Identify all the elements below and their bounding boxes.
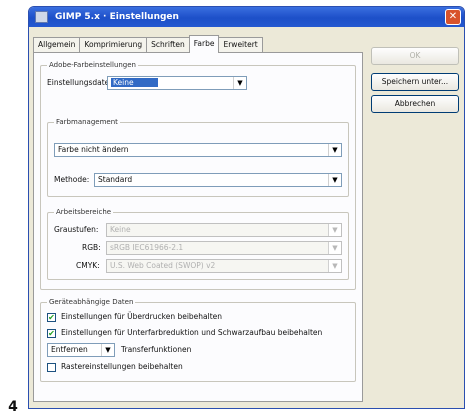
settings-file-value: Keine: [111, 78, 158, 87]
chevron-down-icon[interactable]: ▼: [328, 174, 341, 186]
chevron-down-icon[interactable]: ▼: [328, 242, 341, 254]
title-bar[interactable]: GIMP 5.x · Einstellungen ✕: [29, 7, 464, 27]
device-dependent-group: Geräteabhängige Daten ✔ Einstellungen fü…: [40, 297, 356, 382]
window-title: GIMP 5.x · Einstellungen: [55, 12, 179, 22]
tab-allgemein[interactable]: Allgemein: [33, 37, 81, 53]
chevron-down-icon[interactable]: ▼: [328, 224, 341, 236]
tab-bar: Allgemein Komprimierung Schriften Farbe …: [33, 35, 263, 53]
figure-number: 4: [0, 398, 26, 414]
overprint-label: Einstellungen für Überdrucken beibehalte…: [61, 312, 223, 321]
rgb-value: sRGB IEC61966-2.1: [110, 243, 184, 252]
transfer-value: Entfernen: [51, 345, 88, 354]
color-management-dropdown[interactable]: Farbe nicht ändern ▼: [54, 143, 342, 157]
tab-schriften[interactable]: Schriften: [146, 37, 190, 53]
method-value: Standard: [98, 175, 133, 184]
settings-file-dropdown[interactable]: Keine ▼: [107, 76, 247, 90]
cmyk-value: U.S. Web Coated (SWOP) v2: [110, 261, 216, 270]
cancel-button[interactable]: Abbrechen: [371, 95, 459, 113]
color-management-group: Farbmanagement Farbe nicht ändern ▼ Meth…: [47, 117, 349, 197]
method-dropdown[interactable]: Standard ▼: [94, 173, 342, 187]
halftone-checkbox[interactable]: [47, 363, 56, 372]
color-tab-panel: Adobe-Farbeinstellungen Einstellungsdate…: [33, 52, 363, 402]
transfer-dropdown[interactable]: Entfernen ▼: [47, 343, 115, 357]
adobe-color-settings-group: Adobe-Farbeinstellungen Einstellungsdate…: [40, 60, 356, 290]
cmyk-dropdown[interactable]: U.S. Web Coated (SWOP) v2 ▼: [106, 259, 342, 273]
chevron-down-icon[interactable]: ▼: [233, 77, 246, 89]
cmyk-label: CMYK:: [76, 261, 100, 270]
transfer-label: Transferfunktionen: [121, 345, 192, 354]
chevron-down-icon[interactable]: ▼: [101, 344, 114, 356]
tab-erweitert[interactable]: Erweitert: [218, 37, 263, 53]
rgb-dropdown[interactable]: sRGB IEC61966-2.1 ▼: [106, 241, 342, 255]
color-management-value: Farbe nicht ändern: [58, 145, 129, 154]
close-icon[interactable]: ✕: [445, 9, 461, 25]
working-spaces-group: Arbeitsbereiche Graustufen: Keine ▼ RGB:…: [47, 207, 349, 280]
app-icon: [35, 11, 48, 23]
tab-komprimierung[interactable]: Komprimierung: [79, 37, 148, 53]
ok-button[interactable]: OK: [371, 47, 459, 65]
grayscale-dropdown[interactable]: Keine ▼: [106, 223, 342, 237]
halftone-label: Rastereinstellungen beibehalten: [61, 362, 183, 371]
grayscale-label: Graustufen:: [54, 225, 99, 234]
ucr-checkbox[interactable]: ✔: [47, 329, 56, 338]
color-management-title: Farbmanagement: [54, 117, 120, 127]
chevron-down-icon[interactable]: ▼: [328, 144, 341, 156]
working-spaces-title: Arbeitsbereiche: [54, 207, 114, 217]
settings-file-label: Einstellungsdatei:: [47, 78, 114, 87]
settings-dialog: GIMP 5.x · Einstellungen ✕ Allgemein Kom…: [28, 6, 465, 409]
adobe-group-title: Adobe-Farbeinstellungen: [47, 60, 138, 70]
overprint-checkbox[interactable]: ✔: [47, 313, 56, 322]
device-group-title: Geräteabhängige Daten: [47, 297, 136, 307]
save-as-button[interactable]: Speichern unter...: [371, 73, 459, 91]
rgb-label: RGB:: [82, 243, 101, 252]
grayscale-value: Keine: [110, 225, 131, 234]
chevron-down-icon[interactable]: ▼: [328, 260, 341, 272]
method-label: Methode:: [54, 175, 90, 184]
ucr-label: Einstellungen für Unterfarbreduktion und…: [61, 328, 323, 337]
tab-farbe[interactable]: Farbe: [188, 35, 220, 53]
